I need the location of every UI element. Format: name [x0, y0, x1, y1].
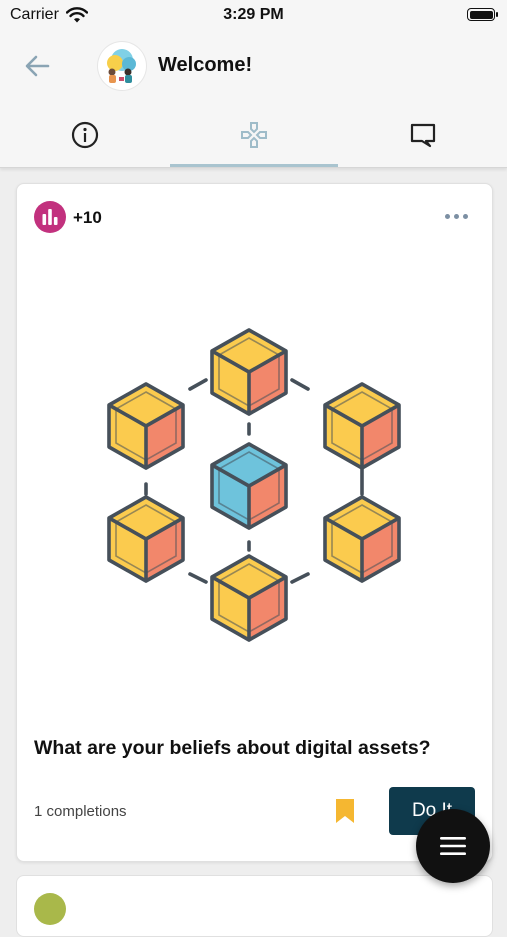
points-badge	[34, 201, 66, 233]
app-header: Welcome!	[0, 30, 507, 102]
points-value: +10	[73, 208, 102, 227]
completions-count: 1 completions	[34, 803, 127, 820]
back-button[interactable]	[20, 50, 56, 82]
more-dots-icon	[445, 214, 450, 219]
more-options-button[interactable]	[445, 209, 473, 225]
chat-icon	[410, 123, 436, 148]
tab-challenges[interactable]	[169, 102, 338, 167]
bookmark-icon[interactable]	[335, 798, 355, 824]
more-dots-icon	[454, 214, 459, 219]
tab-chat[interactable]	[338, 102, 507, 167]
more-dots-icon	[463, 214, 468, 219]
points-badge	[34, 893, 66, 925]
avatar[interactable]	[98, 42, 146, 90]
challenge-card[interactable]: +10 What are your beliefs about digital …	[16, 183, 493, 862]
status-bar: Carrier 3:29 PM	[0, 0, 507, 30]
status-time: 3:29 PM	[223, 6, 284, 23]
tab-info[interactable]	[0, 102, 169, 167]
battery-icon	[467, 8, 498, 21]
info-icon	[71, 121, 99, 149]
group-avatar-icon	[107, 49, 136, 83]
page-title: Welcome!	[158, 54, 253, 76]
gamepad-icon	[241, 122, 267, 148]
menu-button[interactable]	[416, 809, 490, 883]
blockchain-illustration	[107, 328, 401, 642]
tab-bar	[0, 102, 507, 168]
hamburger-menu-icon	[440, 837, 466, 855]
active-tab-indicator	[170, 164, 338, 167]
card-title: What are your beliefs about digital asse…	[34, 737, 431, 759]
arrow-left-icon	[25, 55, 50, 77]
next-challenge-card[interactable]	[16, 875, 493, 937]
bar-chart-icon	[42, 209, 58, 225]
